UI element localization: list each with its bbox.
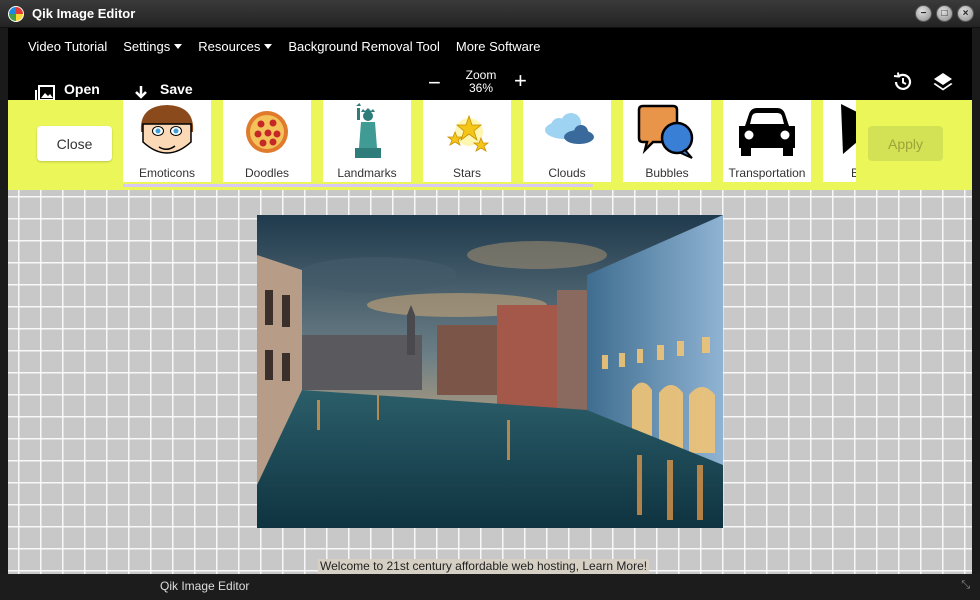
pizza-icon bbox=[246, 111, 288, 153]
layers-icon[interactable] bbox=[932, 71, 954, 93]
venice-canal-photo[interactable] bbox=[257, 215, 723, 528]
chevron-down-icon bbox=[264, 43, 273, 49]
partial-icon bbox=[841, 104, 858, 154]
resize-grip-icon[interactable]: ⤡ bbox=[961, 579, 970, 592]
sticker-panel: Close Emoticons Doodles Landmarks Stars … bbox=[8, 100, 972, 190]
learn-more-link[interactable]: Learn More! bbox=[582, 559, 647, 573]
category-clouds[interactable]: Clouds bbox=[523, 100, 611, 182]
menu-video-tutorial[interactable]: Video Tutorial bbox=[28, 39, 107, 54]
emoticon-face-icon bbox=[140, 105, 194, 154]
zoom-out-button[interactable]: − bbox=[428, 70, 441, 96]
title-bar: Qik Image Editor − □ × bbox=[0, 0, 980, 28]
editor-canvas[interactable]: Welcome to 21st century affordable web h… bbox=[8, 190, 972, 574]
close-window-button[interactable]: × bbox=[957, 5, 974, 22]
zoom-value: 36% bbox=[468, 81, 494, 95]
clouds-icon bbox=[545, 113, 594, 144]
status-text: Qik Image Editor bbox=[160, 579, 250, 593]
category-stars[interactable]: Stars bbox=[423, 100, 511, 182]
speech-bubbles-icon bbox=[637, 104, 694, 159]
close-panel-button[interactable]: Close bbox=[37, 126, 112, 161]
category-doodles[interactable]: Doodles bbox=[223, 100, 311, 182]
zoom-indicator: Zoom 36% bbox=[460, 69, 502, 95]
status-bar: Qik Image Editor ⤡ bbox=[0, 574, 980, 600]
menu-background-removal[interactable]: Background Removal Tool bbox=[288, 39, 440, 54]
category-transportation[interactable]: Transportation bbox=[723, 100, 811, 182]
menu-bar: Video Tutorial Settings Resources Backgr… bbox=[8, 28, 972, 64]
statue-of-liberty-icon bbox=[355, 103, 381, 158]
category-emoticons[interactable]: Emoticons bbox=[123, 100, 211, 182]
chevron-down-icon bbox=[174, 43, 183, 49]
category-landmarks[interactable]: Landmarks bbox=[323, 100, 411, 182]
app-logo-icon bbox=[8, 5, 24, 22]
category-partial[interactable]: B bbox=[823, 100, 858, 182]
menu-settings[interactable]: Settings bbox=[123, 39, 183, 54]
menu-more-software[interactable]: More Software bbox=[456, 39, 541, 54]
maximize-button[interactable]: □ bbox=[936, 5, 953, 22]
car-icon bbox=[739, 108, 795, 156]
menu-resources[interactable]: Resources bbox=[198, 39, 273, 54]
minimize-button[interactable]: − bbox=[915, 5, 932, 22]
zoom-in-button[interactable]: + bbox=[514, 68, 527, 94]
stars-icon bbox=[446, 114, 490, 152]
category-bubbles[interactable]: Bubbles bbox=[623, 100, 711, 182]
hosting-banner: Welcome to 21st century affordable web h… bbox=[318, 559, 650, 574]
apply-button[interactable]: Apply bbox=[868, 126, 943, 161]
window-controls: − □ × bbox=[915, 5, 974, 22]
sticker-category-strip[interactable]: Emoticons Doodles Landmarks Stars Clouds… bbox=[123, 100, 858, 190]
history-icon[interactable] bbox=[892, 71, 914, 93]
window-title: Qik Image Editor bbox=[32, 6, 136, 21]
toolbar: Open Save − Zoom 36% + bbox=[8, 64, 972, 105]
category-scroll-indicator[interactable] bbox=[123, 184, 593, 187]
